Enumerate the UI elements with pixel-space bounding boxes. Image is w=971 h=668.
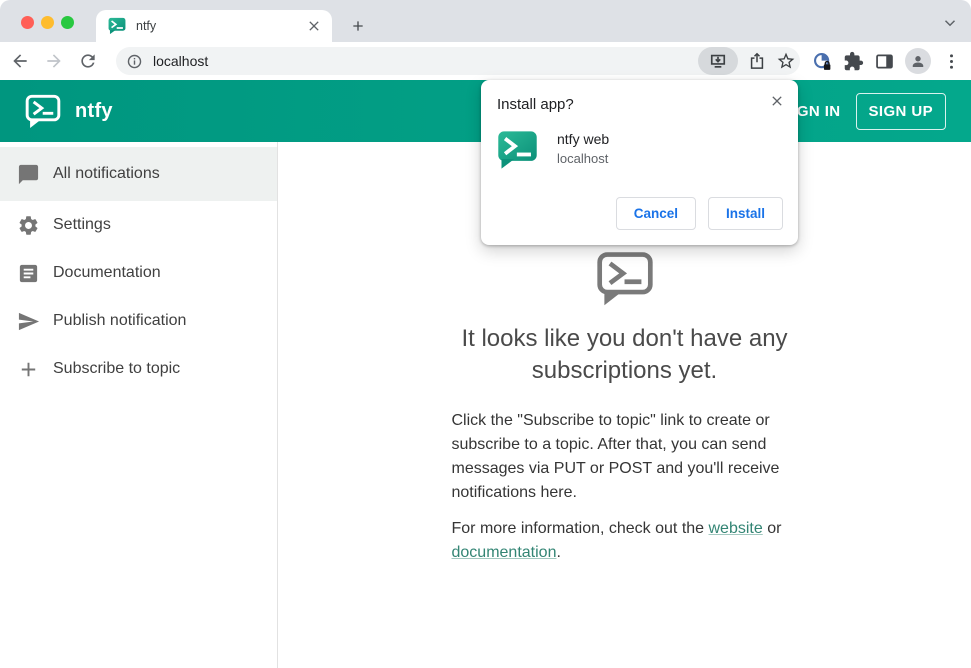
paragraph-text: For more information, check out the [451, 519, 709, 537]
traffic-light-zoom-button[interactable] [61, 16, 74, 29]
reload-button[interactable] [78, 51, 98, 71]
sidebar-item-publish-notification[interactable]: Publish notification [0, 297, 277, 345]
dialog-app-origin: localhost [557, 151, 609, 166]
plus-icon [17, 358, 40, 381]
sidebar: All notifications Settings Documentation… [0, 142, 278, 668]
share-button[interactable] [747, 51, 767, 71]
sidebar-item-all-notifications[interactable]: All notifications [0, 147, 277, 201]
empty-state-paragraph: Click the "Subscribe to topic" link to c… [451, 411, 780, 501]
profile-avatar[interactable] [905, 48, 931, 74]
gear-icon [17, 214, 40, 237]
dialog-app-name: ntfy web [557, 131, 610, 147]
sidebar-item-label: All notifications [53, 165, 160, 182]
sidebar-item-subscribe-to-topic[interactable]: Subscribe to topic [0, 345, 277, 393]
sidebar-item-documentation[interactable]: Documentation [0, 249, 277, 297]
sidebar-item-label: Documentation [53, 264, 161, 281]
person-icon [909, 52, 927, 70]
ntfy-app-icon [497, 130, 538, 170]
ntfy-favicon-icon [108, 17, 126, 35]
bookmark-star-button[interactable] [776, 51, 796, 71]
install-button[interactable]: Install [707, 197, 783, 230]
traffic-light-close-button[interactable] [21, 16, 34, 29]
chat-bubble-icon [17, 163, 40, 186]
traffic-light-minimize-button[interactable] [41, 16, 54, 29]
browser-toolbar: localhost [0, 42, 971, 80]
dialog-title: Install app? [497, 96, 574, 113]
paragraph-text: . [556, 543, 561, 561]
new-tab-button[interactable] [344, 12, 372, 40]
install-app-dialog: Install app? ntfy web localhost Cancel I… [481, 80, 798, 245]
extensions-puzzle-icon[interactable] [843, 51, 864, 72]
brand-name: ntfy [75, 99, 113, 122]
side-panel-icon[interactable] [874, 51, 895, 72]
install-app-button[interactable] [698, 47, 738, 75]
ntfy-terminal-icon [595, 250, 655, 306]
tab-strip: ntfy [0, 0, 971, 42]
documentation-link[interactable]: documentation [452, 544, 557, 561]
website-link[interactable]: website [709, 520, 763, 537]
site-info-icon[interactable] [126, 53, 143, 70]
install-app-icon [708, 51, 728, 71]
tab-search-chevron-icon[interactable] [941, 14, 959, 32]
browser-menu-button[interactable] [941, 51, 962, 72]
sign-up-button[interactable]: SIGN UP [855, 92, 946, 130]
sidebar-item-label: Publish notification [53, 312, 187, 329]
url-text[interactable]: localhost [153, 53, 698, 69]
ntfy-logo-icon [24, 94, 62, 128]
empty-state: It looks like you don't have any subscri… [425, 250, 825, 565]
cancel-button[interactable]: Cancel [615, 197, 696, 230]
sidebar-item-settings[interactable]: Settings [0, 201, 277, 249]
empty-state-heading: It looks like you don't have any subscri… [461, 325, 788, 384]
forward-button[interactable] [44, 51, 64, 71]
dialog-close-icon[interactable] [769, 93, 785, 109]
paragraph-text: or [762, 519, 782, 537]
article-icon [17, 262, 40, 285]
sidebar-item-label: Settings [53, 216, 111, 233]
browser-tab[interactable]: ntfy [96, 10, 332, 42]
empty-state-paragraph: For more information, check out the webs… [452, 517, 798, 565]
sidebar-item-label: Subscribe to topic [53, 360, 181, 377]
address-bar[interactable]: localhost [116, 47, 800, 75]
send-icon [17, 310, 40, 333]
password-extension-icon[interactable] [812, 51, 833, 72]
browser-window: ntfy localhost ntfy SIGN IN SIGN UP All … [0, 0, 971, 668]
tab-close-icon[interactable] [306, 18, 322, 34]
plus-icon [350, 18, 366, 34]
back-button[interactable] [10, 51, 30, 71]
tab-title: ntfy [136, 19, 157, 33]
